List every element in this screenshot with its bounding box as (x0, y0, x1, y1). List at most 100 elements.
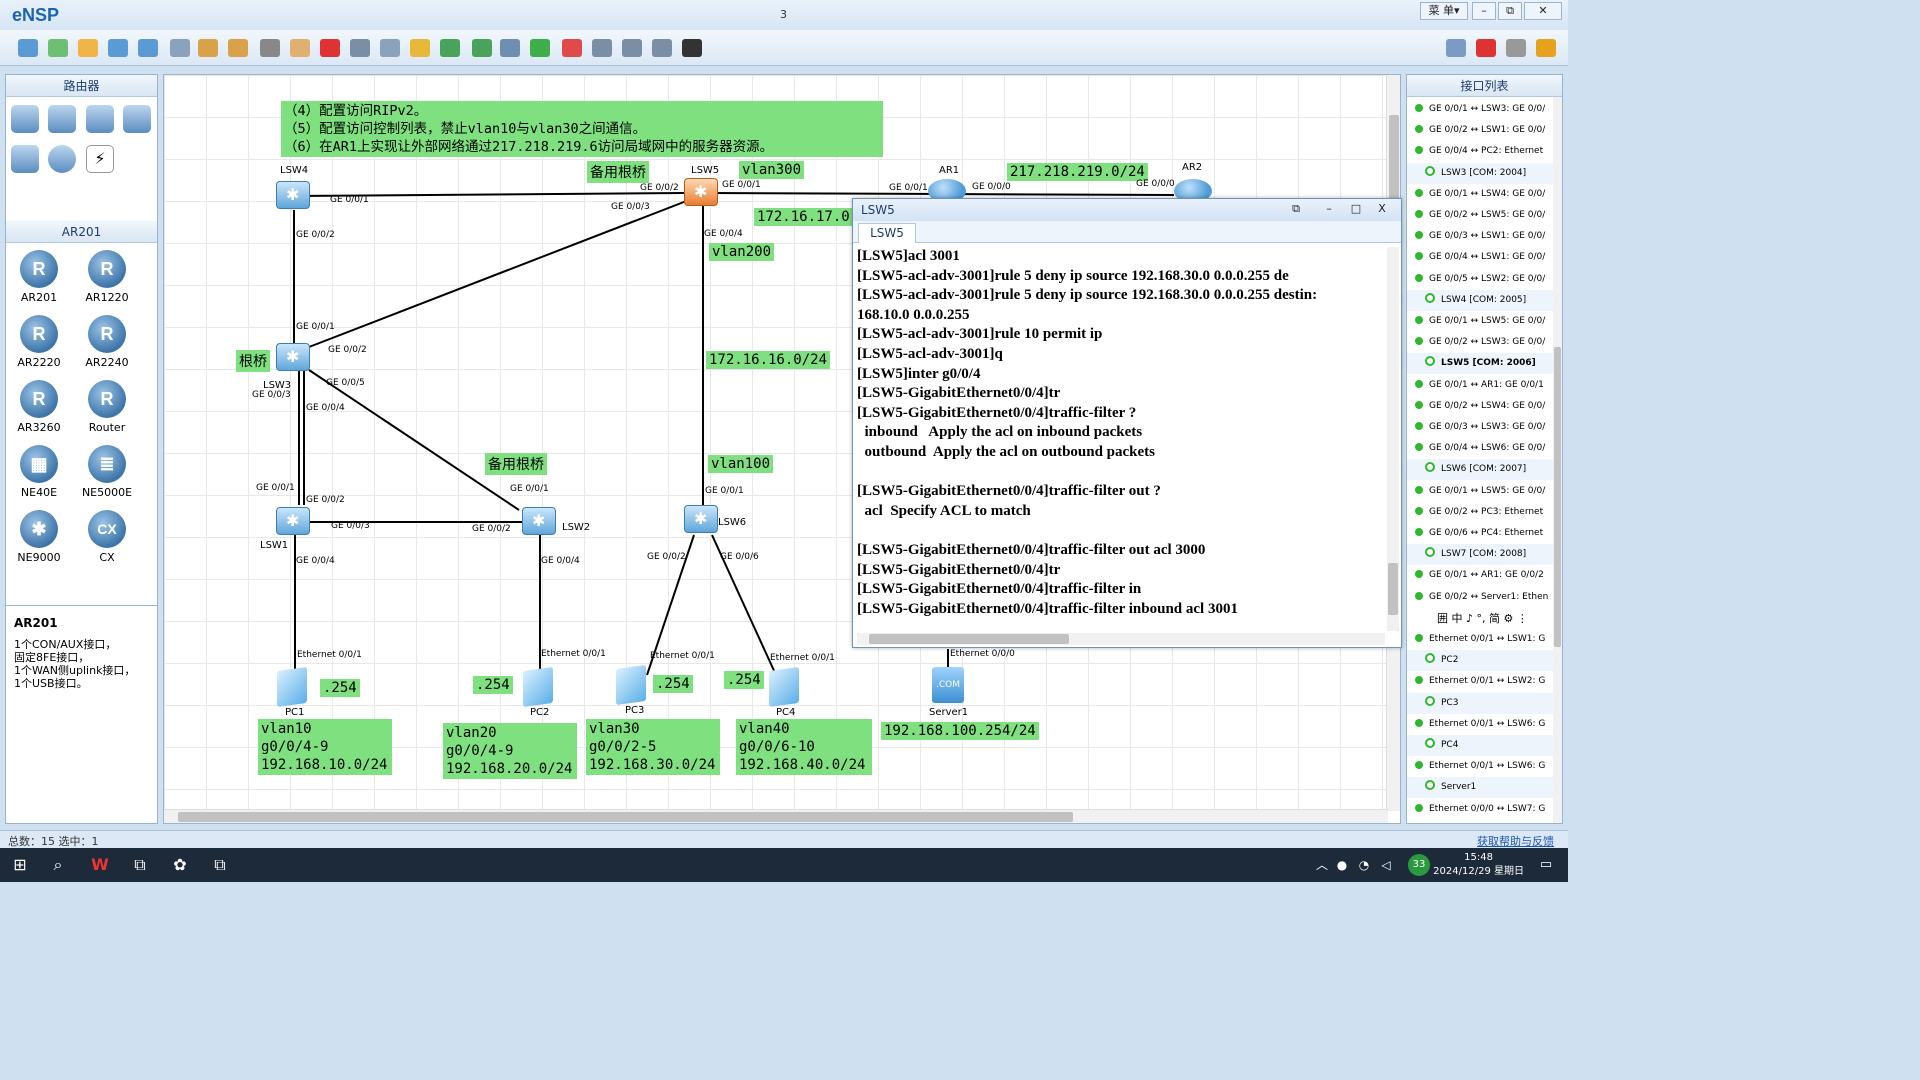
zoom-out-icon[interactable] (472, 39, 492, 57)
pc1-ip-note[interactable]: .254 (320, 679, 360, 697)
zoom-in-icon[interactable] (440, 39, 460, 57)
pc4[interactable] (769, 666, 799, 708)
search-icon[interactable]: ⌕ (46, 854, 70, 876)
interface-item[interactable]: GE 0/0/1 ↔ LSW5: GE 0/0/ (1407, 311, 1554, 332)
network-icon[interactable]: ◔ (1352, 854, 1376, 876)
wireless-category-icon[interactable] (86, 105, 114, 133)
console-restore-button[interactable]: ⧉ (1285, 201, 1307, 217)
wps-icon[interactable]: W (88, 854, 112, 876)
select-icon[interactable] (260, 39, 280, 57)
interface-item[interactable]: GE 0/0/5 ↔ LSW2: GE 0/0/ (1407, 269, 1554, 290)
device-cx[interactable]: CX CX (77, 510, 137, 564)
interface-item[interactable]: GE 0/0/3 ↔ LSW1: GE 0/0/ (1407, 226, 1554, 247)
interface-item[interactable]: GE 0/0/2 ↔ LSW1: GE 0/0/ (1407, 120, 1554, 141)
interface-item[interactable]: GE 0/0/1 ↔ LSW3: GE 0/0/ (1407, 99, 1554, 120)
console-tab[interactable]: LSW5 (858, 223, 916, 243)
interface-item[interactable]: GE 0/0/6 ↔ PC4: Ethernet (1407, 523, 1554, 544)
pc-category-icon[interactable] (11, 145, 39, 173)
device-ar201[interactable]: R AR201 (9, 250, 69, 304)
restore-button[interactable]: ⧉ (1498, 2, 1522, 20)
interface-item[interactable]: GE 0/0/3 ↔ LSW3: GE 0/0/ (1407, 417, 1554, 438)
vlan20-note[interactable]: vlan20 g0/0/4-9 192.168.20.0/24 (443, 723, 577, 779)
chat-icon[interactable] (1446, 39, 1466, 57)
interface-group[interactable]: PC4 (1407, 735, 1554, 756)
interface-item[interactable]: Ethernet 0/0/1 ↔ LSW2: G (1407, 671, 1554, 692)
link-lsw3-lsw2[interactable] (308, 369, 520, 511)
console-terminal[interactable]: [LSW5]acl 3001 [LSW5-acl-adv-3001]rule 5 … (857, 247, 1385, 631)
ensp-taskbar-icon[interactable]: ⧉ (128, 854, 152, 876)
link-category-icon[interactable]: ⚡ (86, 145, 114, 173)
grid-icon[interactable] (652, 39, 672, 57)
lsw1-switch[interactable] (276, 507, 310, 535)
backup-root-mid-note[interactable]: 备用根桥 (485, 453, 547, 475)
lsw4-switch[interactable] (276, 181, 310, 209)
interface-group[interactable]: PC2 (1407, 650, 1554, 672)
vlan200-note[interactable]: vlan200 (709, 243, 775, 261)
net-217-note[interactable]: 217.218.219.0/24 (1007, 163, 1148, 181)
interface-group[interactable]: PC3 (1407, 692, 1554, 714)
microphone-icon[interactable]: ● (1330, 854, 1354, 876)
scroll-thumb[interactable] (1554, 347, 1561, 647)
server1[interactable]: .COM (932, 667, 964, 703)
root-bridge-note[interactable]: 根桥 (236, 350, 270, 372)
pan-icon[interactable] (290, 39, 310, 57)
interface-item[interactable]: GE 0/0/4 ↔ LSW1: GE 0/0/ (1407, 247, 1554, 268)
vlan30-note[interactable]: vlan30 g0/0/2-5 192.168.30.0/24 (586, 719, 720, 775)
minimize-button[interactable]: – (1472, 2, 1496, 20)
print-icon[interactable] (170, 39, 190, 57)
interface-group[interactable]: LSW7 [COM: 2008] (1407, 544, 1554, 566)
interface-item[interactable]: Ethernet 0/0/1 ↔ LSW6: G (1407, 756, 1554, 777)
palette-icon[interactable] (410, 39, 430, 57)
ime-toolbar[interactable]: 囲 中 ♪ °, 简 ⚙ ⋮ (1407, 608, 1554, 629)
device-ne40e[interactable]: ▦ NE40E (9, 445, 69, 499)
settings-icon[interactable] (1506, 39, 1526, 57)
interface-item[interactable]: GE 0/0/1 ↔ LSW4: GE 0/0/ (1407, 184, 1554, 205)
pc3[interactable] (616, 664, 646, 706)
device-ne5000e[interactable]: ≣ NE5000E (77, 445, 137, 499)
pc3-ip-note[interactable]: .254 (653, 675, 693, 693)
console-maximize-button[interactable]: □ (1345, 201, 1367, 217)
close-button[interactable]: ✕ (1524, 2, 1562, 20)
interface-item[interactable]: Ethernet 0/0/1 ↔ LSW6: G (1407, 714, 1554, 735)
vlan100-note[interactable]: vlan100 (708, 455, 774, 473)
gear-taskbar-icon[interactable]: ✿ (168, 854, 192, 876)
pc1[interactable] (277, 666, 307, 708)
device-ar3260[interactable]: R AR3260 (9, 380, 69, 434)
router-category-icon[interactable] (11, 105, 39, 133)
lsw5-switch[interactable] (684, 178, 718, 206)
interface-group[interactable]: LSW6 [COM: 2007] (1407, 459, 1554, 481)
interface-item[interactable]: Ethernet 0/0/0 ↔ LSW7: G (1407, 799, 1554, 820)
text-icon[interactable] (380, 39, 400, 57)
redo-icon[interactable] (228, 39, 248, 57)
new-topology-icon[interactable] (18, 39, 38, 57)
vlan300-note[interactable]: vlan300 (739, 161, 805, 179)
stop-device-icon[interactable] (562, 39, 582, 57)
notification-badge[interactable]: 33 (1408, 854, 1430, 876)
interface-list-scrollbar[interactable] (1553, 97, 1562, 823)
lsw3-switch[interactable] (276, 343, 310, 371)
interface-item[interactable]: GE 0/0/2 ↔ PC3: Ethernet (1407, 502, 1554, 523)
interface-item[interactable]: GE 0/0/2 ↔ Server1: Ethen (1407, 587, 1554, 608)
scroll-thumb[interactable] (178, 812, 1073, 822)
link-lsw3-lsw5[interactable] (308, 199, 690, 348)
console-title-bar[interactable]: LSW5 ⧉ – □ X (853, 199, 1401, 221)
device-ne9000[interactable]: ✱ NE9000 (9, 510, 69, 564)
interface-item[interactable]: GE 0/0/1 ↔ AR1: GE 0/0/2 (1407, 565, 1554, 586)
console-vertical-scrollbar[interactable] (1387, 247, 1399, 631)
device-ar1220[interactable]: R AR1220 (77, 250, 137, 304)
lsw6-switch[interactable] (684, 505, 718, 533)
interface-group[interactable]: LSW4 [COM: 2005] (1407, 289, 1554, 311)
task-note[interactable]: （4）配置访问RIPv2。 （5）配置访问控制列表，禁止vlan10与vlan3… (281, 101, 883, 157)
fit-icon[interactable] (500, 39, 520, 57)
interface-item[interactable]: GE 0/0/1 ↔ AR1: GE 0/0/1 (1407, 375, 1554, 396)
console-minimize-button[interactable]: – (1318, 201, 1340, 217)
interface-item[interactable]: GE 0/0/2 ↔ LSW4: GE 0/0/ (1407, 396, 1554, 417)
backup-root-note[interactable]: 备用根桥 (587, 161, 649, 183)
delete-icon[interactable] (320, 39, 340, 57)
lsw2-switch[interactable] (522, 507, 556, 535)
speaker-icon[interactable]: ◁ (1374, 854, 1398, 876)
ensp2-taskbar-icon[interactable]: ⧉ (208, 854, 232, 876)
capture-icon[interactable] (592, 39, 612, 57)
switch-category-icon[interactable] (48, 105, 76, 133)
interface-item[interactable]: GE 0/0/4 ↔ PC2: Ethernet (1407, 141, 1554, 162)
